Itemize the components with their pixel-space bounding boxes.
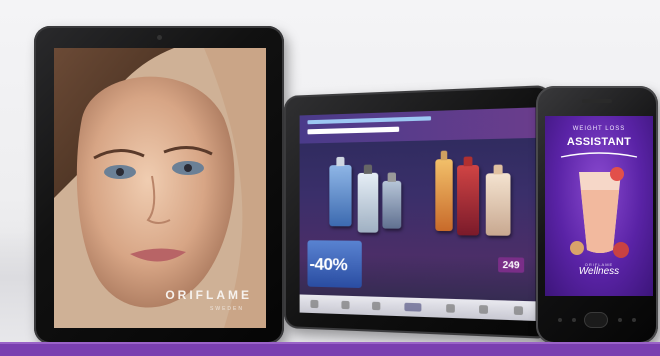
- phone-menu-icon[interactable]: [572, 318, 576, 322]
- smoothie-glass-icon: [570, 167, 629, 258]
- tablet-screen-landscape[interactable]: -40% 249: [299, 107, 536, 321]
- model-face-image: [54, 48, 266, 328]
- perfume-bottle-2: [357, 164, 379, 233]
- perfume-bottle-5: [457, 156, 480, 236]
- toolbar-next-icon[interactable]: [513, 306, 523, 316]
- tablet-camera: [157, 35, 162, 40]
- wellness-logo: Wellness: [578, 266, 620, 277]
- discount-label: -40%: [309, 254, 348, 275]
- toolbar-search-icon[interactable]: [445, 304, 455, 313]
- toolbar-grid-icon[interactable]: [372, 301, 381, 311]
- price-label: 249: [498, 257, 525, 273]
- phone-home-button[interactable]: [584, 312, 608, 328]
- header-line: [307, 116, 432, 125]
- phone-back-icon[interactable]: [558, 318, 562, 322]
- app-subtitle: WEIGHT LOSS: [572, 126, 626, 132]
- toolbar-back-icon[interactable]: [341, 300, 350, 310]
- tablet-screen-portrait[interactable]: ORIFLAME SWEDEN: [54, 48, 266, 328]
- oriflame-logo-subtitle: SWEDEN: [210, 306, 244, 312]
- perfume-bottle-3: [382, 172, 402, 229]
- swoosh-icon: [560, 152, 638, 158]
- perfume-bottle-4: [435, 150, 453, 232]
- perfume-bottle-1: [329, 156, 352, 227]
- phone-screen[interactable]: WEIGHT LOSS ASSISTANT ORIFLAME Wellness: [545, 116, 653, 296]
- toolbar-page-indicator[interactable]: [404, 302, 422, 312]
- purple-footer-bar: [0, 342, 660, 356]
- phone-recent-icon[interactable]: [632, 318, 636, 322]
- phone-wellness-app: WEIGHT LOSS ASSISTANT ORIFLAME Wellness: [536, 86, 658, 344]
- catalog-toolbar: [299, 294, 536, 321]
- phone-speaker: [582, 99, 612, 103]
- header-title: [307, 126, 400, 135]
- toolbar-share-icon[interactable]: [479, 305, 489, 314]
- tablet-oriflame-catalog: ORIFLAME SWEDEN: [34, 26, 284, 344]
- oriflame-logo: ORIFLAME: [165, 288, 252, 302]
- phone-search-icon[interactable]: [618, 318, 622, 322]
- footer-bar-edge: [0, 342, 660, 344]
- catalog-header: [299, 107, 536, 144]
- app-title: ASSISTANT: [566, 136, 632, 148]
- toolbar-home-icon[interactable]: [310, 299, 319, 309]
- perfume-bottle-6: [485, 164, 511, 236]
- tablet-perfume-catalog: -40% 249: [284, 84, 552, 340]
